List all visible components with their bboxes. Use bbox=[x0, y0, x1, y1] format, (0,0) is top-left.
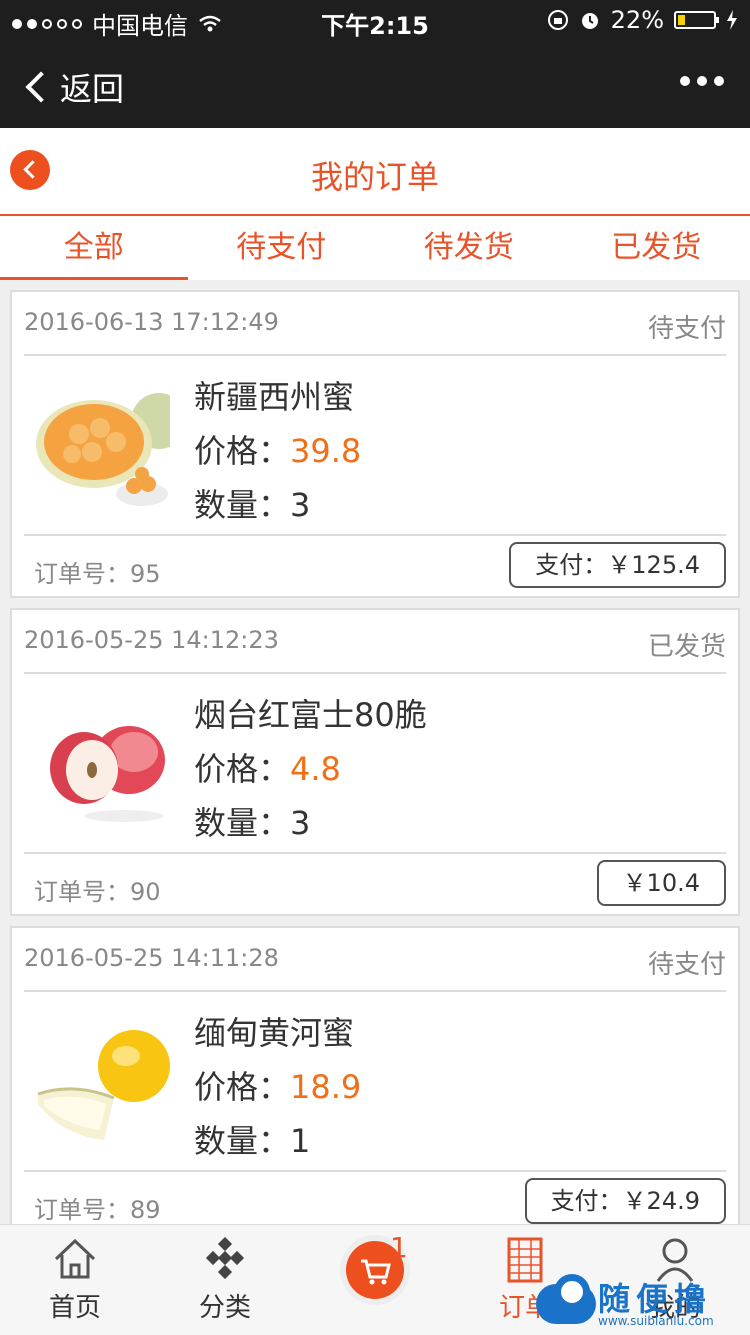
more-options-button[interactable] bbox=[680, 76, 724, 86]
product-image bbox=[34, 376, 170, 512]
cart-badge: 1 bbox=[390, 1231, 408, 1264]
product-image bbox=[34, 694, 170, 830]
order-card[interactable]: 2016-06-13 17:12:49 待支付 新疆西州蜜 价格：39.8 数量… bbox=[10, 290, 740, 598]
tabbar-cart[interactable]: 1 bbox=[300, 1225, 450, 1335]
product-price: 价格：4.8 bbox=[194, 744, 341, 790]
price-value: 4.8 bbox=[290, 750, 341, 788]
pay-button[interactable]: 支付：￥125.4 bbox=[509, 542, 726, 588]
ring-icon bbox=[554, 1274, 590, 1310]
divider bbox=[24, 534, 726, 536]
alarm-icon bbox=[579, 9, 601, 31]
quantity-value: 3 bbox=[290, 804, 310, 842]
category-icon bbox=[202, 1237, 248, 1281]
quantity-value: 3 bbox=[290, 486, 310, 524]
order-tabs: 全部 待支付 待发货 已发货 bbox=[0, 216, 750, 280]
order-list: 2016-06-13 17:12:49 待支付 新疆西州蜜 价格：39.8 数量… bbox=[10, 290, 740, 1224]
rotation-lock-icon bbox=[547, 9, 569, 31]
tab-shipped[interactable]: 已发货 bbox=[563, 216, 750, 280]
tab-pending-shipment[interactable]: 待发货 bbox=[375, 216, 563, 280]
quantity-value: 1 bbox=[290, 1122, 310, 1160]
back-label: 返回 bbox=[60, 64, 124, 110]
order-status: 已发货 bbox=[648, 626, 726, 663]
order-card[interactable]: 2016-05-25 14:12:23 已发货 烟台红富士80脆 价格：4.8 … bbox=[10, 608, 740, 916]
divider bbox=[24, 852, 726, 854]
watermark-url: www.suibianlu.com bbox=[598, 1314, 714, 1328]
tab-all[interactable]: 全部 bbox=[0, 216, 188, 280]
order-number: 订单号：90 bbox=[34, 872, 161, 907]
home-icon bbox=[52, 1237, 98, 1281]
nav-bar: 返回 bbox=[0, 40, 750, 128]
price-value: 39.8 bbox=[290, 432, 361, 470]
chevron-left-icon bbox=[25, 71, 56, 102]
battery-percent: 22% bbox=[611, 6, 664, 34]
order-status: 待支付 bbox=[648, 944, 726, 981]
order-status: 待支付 bbox=[648, 308, 726, 345]
order-date: 2016-05-25 14:12:23 bbox=[24, 626, 279, 654]
divider bbox=[24, 354, 726, 356]
order-date: 2016-05-25 14:11:28 bbox=[24, 944, 279, 972]
tabbar-home[interactable]: 首页 bbox=[0, 1225, 150, 1335]
page-title: 我的订单 bbox=[0, 152, 750, 198]
product-name: 新疆西州蜜 bbox=[194, 372, 354, 418]
price-value: 18.9 bbox=[290, 1068, 361, 1106]
status-bar: 中国电信 下午2:15 22% bbox=[0, 0, 750, 40]
product-name: 缅甸黄河蜜 bbox=[194, 1008, 354, 1054]
product-quantity: 数量：3 bbox=[194, 798, 310, 844]
battery-icon bbox=[674, 11, 716, 29]
order-number: 订单号：95 bbox=[34, 554, 161, 589]
product-price: 价格：18.9 bbox=[194, 1062, 361, 1108]
page-header: 我的订单 bbox=[0, 128, 750, 216]
product-image bbox=[34, 1012, 170, 1148]
watermark-logo: 随便撸 www.suibianlu.com bbox=[536, 1274, 736, 1332]
order-date: 2016-06-13 17:12:49 bbox=[24, 308, 279, 336]
order-card[interactable]: 2016-05-25 14:11:28 待支付 缅甸黄河蜜 价格：18.9 数量… bbox=[10, 926, 740, 1224]
tabbar-category[interactable]: 分类 bbox=[150, 1225, 300, 1335]
product-name: 烟台红富士80脆 bbox=[194, 690, 427, 736]
pay-button[interactable]: 支付：￥24.9 bbox=[525, 1178, 726, 1224]
product-price: 价格：39.8 bbox=[194, 426, 361, 472]
amount-button[interactable]: ￥10.4 bbox=[597, 860, 726, 906]
product-quantity: 数量：1 bbox=[194, 1116, 310, 1162]
back-button[interactable]: 返回 bbox=[22, 64, 124, 110]
tabbar-category-label: 分类 bbox=[150, 1287, 300, 1324]
order-number: 订单号：89 bbox=[34, 1190, 161, 1224]
divider bbox=[24, 672, 726, 674]
divider bbox=[24, 990, 726, 992]
divider bbox=[24, 1170, 726, 1172]
tab-pending-payment[interactable]: 待支付 bbox=[188, 216, 376, 280]
product-quantity: 数量：3 bbox=[194, 480, 310, 526]
tabbar-home-label: 首页 bbox=[0, 1287, 150, 1324]
charging-icon bbox=[726, 10, 738, 30]
